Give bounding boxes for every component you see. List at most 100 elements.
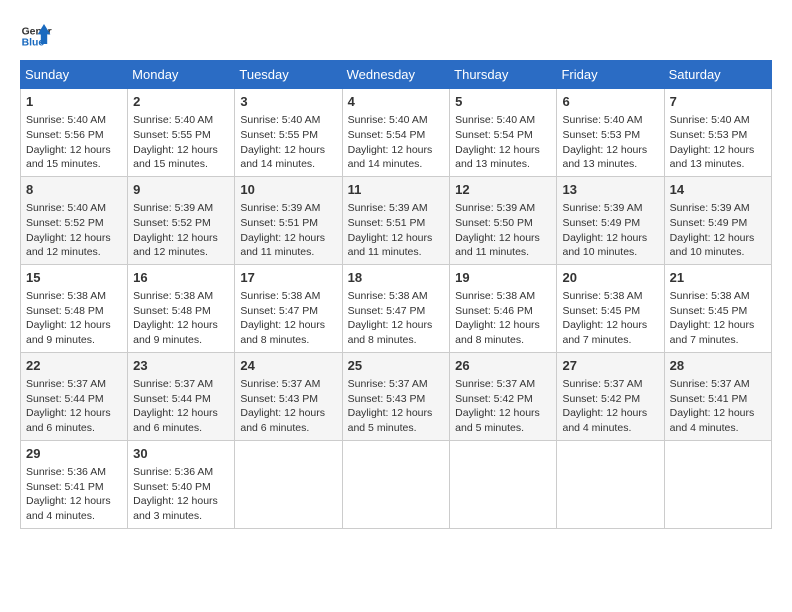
day-number: 2 — [133, 93, 229, 111]
calendar-day-cell: 2 Sunrise: 5:40 AMSunset: 5:55 PMDayligh… — [128, 89, 235, 177]
weekday-header-cell: Monday — [128, 61, 235, 89]
calendar-day-cell — [664, 440, 771, 528]
day-info: Sunrise: 5:40 AMSunset: 5:55 PMDaylight:… — [240, 113, 336, 172]
weekday-header-cell: Wednesday — [342, 61, 450, 89]
calendar-day-cell — [557, 440, 664, 528]
day-number: 29 — [26, 445, 122, 463]
day-info: Sunrise: 5:37 AMSunset: 5:41 PMDaylight:… — [670, 377, 766, 436]
day-info: Sunrise: 5:40 AMSunset: 5:54 PMDaylight:… — [455, 113, 551, 172]
calendar-day-cell: 14 Sunrise: 5:39 AMSunset: 5:49 PMDaylig… — [664, 176, 771, 264]
calendar-day-cell: 7 Sunrise: 5:40 AMSunset: 5:53 PMDayligh… — [664, 89, 771, 177]
calendar-day-cell: 30 Sunrise: 5:36 AMSunset: 5:40 PMDaylig… — [128, 440, 235, 528]
day-number: 10 — [240, 181, 336, 199]
day-info: Sunrise: 5:40 AMSunset: 5:53 PMDaylight:… — [562, 113, 658, 172]
day-number: 5 — [455, 93, 551, 111]
calendar-week-row: 1 Sunrise: 5:40 AMSunset: 5:56 PMDayligh… — [21, 89, 772, 177]
day-info: Sunrise: 5:39 AMSunset: 5:49 PMDaylight:… — [562, 201, 658, 260]
day-info: Sunrise: 5:39 AMSunset: 5:50 PMDaylight:… — [455, 201, 551, 260]
calendar-body: 1 Sunrise: 5:40 AMSunset: 5:56 PMDayligh… — [21, 89, 772, 529]
weekday-header-cell: Tuesday — [235, 61, 342, 89]
day-number: 30 — [133, 445, 229, 463]
day-info: Sunrise: 5:38 AMSunset: 5:48 PMDaylight:… — [133, 289, 229, 348]
day-info: Sunrise: 5:39 AMSunset: 5:51 PMDaylight:… — [240, 201, 336, 260]
calendar-day-cell: 27 Sunrise: 5:37 AMSunset: 5:42 PMDaylig… — [557, 352, 664, 440]
weekday-header-cell: Thursday — [450, 61, 557, 89]
day-info: Sunrise: 5:39 AMSunset: 5:51 PMDaylight:… — [348, 201, 445, 260]
day-number: 4 — [348, 93, 445, 111]
day-info: Sunrise: 5:40 AMSunset: 5:54 PMDaylight:… — [348, 113, 445, 172]
calendar-day-cell: 22 Sunrise: 5:37 AMSunset: 5:44 PMDaylig… — [21, 352, 128, 440]
calendar-day-cell: 21 Sunrise: 5:38 AMSunset: 5:45 PMDaylig… — [664, 264, 771, 352]
day-info: Sunrise: 5:36 AMSunset: 5:40 PMDaylight:… — [133, 465, 229, 524]
day-number: 11 — [348, 181, 445, 199]
calendar-day-cell: 1 Sunrise: 5:40 AMSunset: 5:56 PMDayligh… — [21, 89, 128, 177]
calendar-day-cell: 25 Sunrise: 5:37 AMSunset: 5:43 PMDaylig… — [342, 352, 450, 440]
day-info: Sunrise: 5:37 AMSunset: 5:44 PMDaylight:… — [133, 377, 229, 436]
calendar-day-cell: 8 Sunrise: 5:40 AMSunset: 5:52 PMDayligh… — [21, 176, 128, 264]
day-info: Sunrise: 5:37 AMSunset: 5:42 PMDaylight:… — [562, 377, 658, 436]
calendar-day-cell: 16 Sunrise: 5:38 AMSunset: 5:48 PMDaylig… — [128, 264, 235, 352]
calendar-day-cell: 23 Sunrise: 5:37 AMSunset: 5:44 PMDaylig… — [128, 352, 235, 440]
day-number: 1 — [26, 93, 122, 111]
calendar-day-cell: 10 Sunrise: 5:39 AMSunset: 5:51 PMDaylig… — [235, 176, 342, 264]
day-number: 23 — [133, 357, 229, 375]
day-info: Sunrise: 5:40 AMSunset: 5:53 PMDaylight:… — [670, 113, 766, 172]
logo-icon: General Blue — [20, 20, 52, 52]
calendar-day-cell — [342, 440, 450, 528]
calendar-day-cell: 11 Sunrise: 5:39 AMSunset: 5:51 PMDaylig… — [342, 176, 450, 264]
day-info: Sunrise: 5:38 AMSunset: 5:45 PMDaylight:… — [562, 289, 658, 348]
day-info: Sunrise: 5:38 AMSunset: 5:47 PMDaylight:… — [240, 289, 336, 348]
weekday-header-row: SundayMondayTuesdayWednesdayThursdayFrid… — [21, 61, 772, 89]
calendar-day-cell: 13 Sunrise: 5:39 AMSunset: 5:49 PMDaylig… — [557, 176, 664, 264]
calendar-day-cell: 20 Sunrise: 5:38 AMSunset: 5:45 PMDaylig… — [557, 264, 664, 352]
day-info: Sunrise: 5:38 AMSunset: 5:48 PMDaylight:… — [26, 289, 122, 348]
day-number: 28 — [670, 357, 766, 375]
calendar-day-cell: 12 Sunrise: 5:39 AMSunset: 5:50 PMDaylig… — [450, 176, 557, 264]
day-info: Sunrise: 5:38 AMSunset: 5:45 PMDaylight:… — [670, 289, 766, 348]
calendar-day-cell — [450, 440, 557, 528]
day-info: Sunrise: 5:37 AMSunset: 5:43 PMDaylight:… — [348, 377, 445, 436]
day-info: Sunrise: 5:36 AMSunset: 5:41 PMDaylight:… — [26, 465, 122, 524]
day-number: 27 — [562, 357, 658, 375]
calendar-day-cell: 4 Sunrise: 5:40 AMSunset: 5:54 PMDayligh… — [342, 89, 450, 177]
day-number: 13 — [562, 181, 658, 199]
day-number: 9 — [133, 181, 229, 199]
calendar-week-row: 8 Sunrise: 5:40 AMSunset: 5:52 PMDayligh… — [21, 176, 772, 264]
day-number: 22 — [26, 357, 122, 375]
day-number: 6 — [562, 93, 658, 111]
day-info: Sunrise: 5:38 AMSunset: 5:47 PMDaylight:… — [348, 289, 445, 348]
calendar-day-cell — [235, 440, 342, 528]
day-number: 14 — [670, 181, 766, 199]
day-number: 12 — [455, 181, 551, 199]
calendar-table: SundayMondayTuesdayWednesdayThursdayFrid… — [20, 60, 772, 529]
day-info: Sunrise: 5:40 AMSunset: 5:55 PMDaylight:… — [133, 113, 229, 172]
day-info: Sunrise: 5:39 AMSunset: 5:49 PMDaylight:… — [670, 201, 766, 260]
day-number: 3 — [240, 93, 336, 111]
day-info: Sunrise: 5:37 AMSunset: 5:44 PMDaylight:… — [26, 377, 122, 436]
calendar-day-cell: 9 Sunrise: 5:39 AMSunset: 5:52 PMDayligh… — [128, 176, 235, 264]
day-info: Sunrise: 5:40 AMSunset: 5:52 PMDaylight:… — [26, 201, 122, 260]
weekday-header-cell: Sunday — [21, 61, 128, 89]
calendar-day-cell: 17 Sunrise: 5:38 AMSunset: 5:47 PMDaylig… — [235, 264, 342, 352]
header: General Blue — [20, 20, 772, 52]
day-number: 25 — [348, 357, 445, 375]
weekday-header-cell: Friday — [557, 61, 664, 89]
calendar-day-cell: 6 Sunrise: 5:40 AMSunset: 5:53 PMDayligh… — [557, 89, 664, 177]
calendar-day-cell: 28 Sunrise: 5:37 AMSunset: 5:41 PMDaylig… — [664, 352, 771, 440]
calendar-day-cell: 15 Sunrise: 5:38 AMSunset: 5:48 PMDaylig… — [21, 264, 128, 352]
calendar-week-row: 15 Sunrise: 5:38 AMSunset: 5:48 PMDaylig… — [21, 264, 772, 352]
calendar-week-row: 22 Sunrise: 5:37 AMSunset: 5:44 PMDaylig… — [21, 352, 772, 440]
calendar-day-cell: 26 Sunrise: 5:37 AMSunset: 5:42 PMDaylig… — [450, 352, 557, 440]
day-number: 8 — [26, 181, 122, 199]
calendar-day-cell: 29 Sunrise: 5:36 AMSunset: 5:41 PMDaylig… — [21, 440, 128, 528]
day-info: Sunrise: 5:37 AMSunset: 5:42 PMDaylight:… — [455, 377, 551, 436]
day-info: Sunrise: 5:38 AMSunset: 5:46 PMDaylight:… — [455, 289, 551, 348]
day-number: 20 — [562, 269, 658, 287]
day-info: Sunrise: 5:39 AMSunset: 5:52 PMDaylight:… — [133, 201, 229, 260]
day-number: 19 — [455, 269, 551, 287]
day-number: 24 — [240, 357, 336, 375]
day-number: 26 — [455, 357, 551, 375]
calendar-week-row: 29 Sunrise: 5:36 AMSunset: 5:41 PMDaylig… — [21, 440, 772, 528]
calendar-day-cell: 3 Sunrise: 5:40 AMSunset: 5:55 PMDayligh… — [235, 89, 342, 177]
calendar-day-cell: 19 Sunrise: 5:38 AMSunset: 5:46 PMDaylig… — [450, 264, 557, 352]
